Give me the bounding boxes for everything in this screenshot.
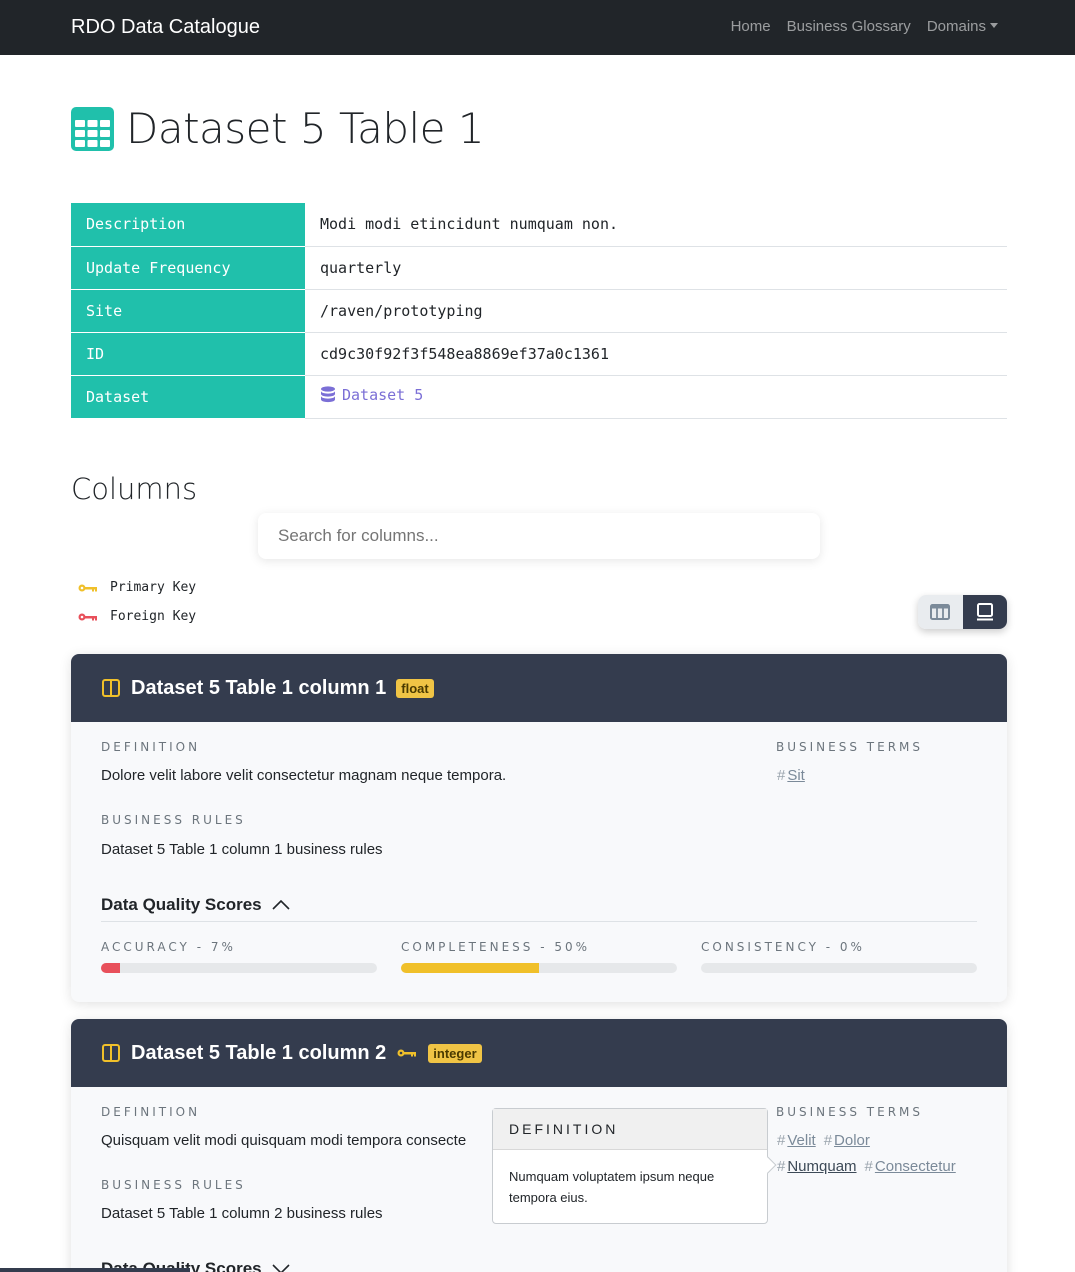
columns-heading: Columns xyxy=(71,472,198,506)
hash-icon: # xyxy=(777,1158,786,1175)
column-card-header: Dataset 5 Table 1 column 1 float xyxy=(71,654,1007,722)
card-view-icon xyxy=(976,603,993,621)
meta-key: Update Frequency xyxy=(71,246,305,290)
table-icon xyxy=(71,106,114,151)
primary-key-icon xyxy=(397,1049,417,1057)
completeness-bar-fill xyxy=(401,963,539,973)
meta-row: ID cd9c30f92f3f548ea8869ef37a0c1361 xyxy=(71,332,1007,376)
business-terms-list: # Numquam # Consectetur xyxy=(777,1158,956,1175)
meta-value: quarterly xyxy=(305,246,1007,290)
accuracy-bar-fill xyxy=(101,963,121,973)
primary-key-icon xyxy=(78,584,97,591)
accuracy-label: ACCURACY - 7% xyxy=(101,940,236,954)
column-icon xyxy=(102,1044,120,1062)
popover-title: DEFINITION xyxy=(493,1109,767,1150)
hash-icon: # xyxy=(777,1132,786,1149)
business-term-label: Consectetur xyxy=(874,1158,956,1175)
meta-value: Dataset 5 xyxy=(305,375,1007,419)
column-view-button[interactable] xyxy=(918,595,963,629)
dataset-link[interactable]: Dataset 5 xyxy=(320,386,423,404)
data-quality-title: Data Quality Scores xyxy=(101,895,262,914)
consistency-bar xyxy=(701,963,977,973)
key-legend: Primary Key Foreign Key xyxy=(78,573,196,631)
meta-key: Dataset xyxy=(71,375,305,419)
nav-domains-label: Domains xyxy=(926,18,986,35)
definition-popover: DEFINITION Numquam voluptatem ipsum nequ… xyxy=(492,1108,777,1224)
accuracy-bar xyxy=(101,963,377,973)
dataset-link-label: Dataset 5 xyxy=(342,385,424,404)
business-terms-list: # Sit xyxy=(777,767,805,784)
hash-icon: # xyxy=(864,1158,873,1175)
consistency-label: CONSISTENCY - 0% xyxy=(701,940,865,954)
column-card: Dataset 5 Table 1 column 1 float DEFINIT… xyxy=(71,654,1007,1002)
page-title: Dataset 5 Table 1 xyxy=(126,104,485,153)
caret-down-icon xyxy=(990,23,998,28)
legend-primary-key: Primary Key xyxy=(78,573,196,602)
completeness-label: COMPLETENESS - 50% xyxy=(401,940,591,954)
type-badge: float xyxy=(396,678,434,698)
brand-link[interactable]: RDO Data Catalogue xyxy=(71,16,260,39)
column-icon xyxy=(102,679,120,697)
nav-links: Home Business Glossary Domains xyxy=(731,18,998,35)
hash-icon: # xyxy=(777,767,786,784)
business-term-link[interactable]: # Velit xyxy=(777,1132,816,1149)
column-search-input[interactable] xyxy=(258,513,820,559)
hash-icon: # xyxy=(823,1132,833,1149)
columns-view-icon xyxy=(930,604,951,620)
foreign-key-icon xyxy=(78,613,97,620)
meta-value: /raven/prototyping xyxy=(305,289,1007,333)
business-rules-text: Dataset 5 Table 1 column 2 business rule… xyxy=(101,1205,383,1222)
business-term-label: Sit xyxy=(787,767,805,784)
completeness-bar xyxy=(401,963,677,973)
meta-row: Site/raven/prototyping xyxy=(71,289,1007,333)
definition-text: Dolore velit labore velit consectetur ma… xyxy=(101,767,507,784)
type-badge: integer xyxy=(428,1043,482,1063)
meta-key: Description xyxy=(71,203,305,247)
legend-foreign-label: Foreign Key xyxy=(110,609,197,624)
business-terms-label: BUSINESS TERMS xyxy=(776,740,923,754)
meta-value: Modi modi etincidunt numquam non. xyxy=(305,203,1007,247)
meta-value: cd9c30f92f3f548ea8869ef37a0c1361 xyxy=(305,332,1007,376)
business-term-link[interactable]: # Sit xyxy=(777,767,805,784)
view-toggle xyxy=(918,595,1007,629)
definition-label: DEFINITION xyxy=(101,740,201,754)
meta-key: ID xyxy=(71,332,305,376)
legend-primary-label: Primary Key xyxy=(110,580,197,595)
data-quality-toggle[interactable]: Data Quality Scores xyxy=(101,895,290,915)
legend-foreign-key: Foreign Key xyxy=(78,602,196,631)
table-metadata: Description Modi modi etincidunt numquam … xyxy=(71,203,1007,419)
column-title: Dataset 5 Table 1 column 1 xyxy=(131,676,387,699)
business-term-link[interactable]: # Numquam xyxy=(777,1158,857,1175)
business-rules-text: Dataset 5 Table 1 column 1 business rule… xyxy=(101,841,383,858)
nav-domains-dropdown[interactable]: Domains xyxy=(927,18,998,35)
database-icon xyxy=(321,386,335,403)
business-rules-label: BUSINESS RULES xyxy=(101,813,246,827)
meta-row: Dataset Dataset 5 xyxy=(71,375,1007,419)
meta-row: Description Modi modi etincidunt numquam … xyxy=(71,203,1007,247)
definition-label: DEFINITION xyxy=(101,1105,201,1119)
business-term-label: Numquam xyxy=(787,1158,857,1175)
nav-home[interactable]: Home xyxy=(731,18,771,35)
definition-text: Quisquam velit modi quisquam modi tempor… xyxy=(101,1132,467,1149)
chevron-down-icon xyxy=(272,1264,290,1272)
column-card-header: Dataset 5 Table 1 column 2 integer xyxy=(71,1019,1007,1087)
business-term-label: Dolor xyxy=(834,1132,870,1149)
business-term-link[interactable]: # Consectetur xyxy=(865,1158,956,1175)
business-rules-label: BUSINESS RULES xyxy=(101,1178,246,1192)
navbar: RDO Data Catalogue Home Business Glossar… xyxy=(0,0,1075,55)
popover-body: Numquam voluptatem ipsum neque tempora e… xyxy=(509,1169,715,1205)
business-term-label: Velit xyxy=(787,1132,816,1149)
meta-row: Update Frequency quarterly xyxy=(71,246,1007,290)
meta-key: Site xyxy=(71,289,305,333)
column-title: Dataset 5 Table 1 column 2 xyxy=(131,1041,387,1064)
business-terms-label: BUSINESS TERMS xyxy=(776,1105,923,1119)
business-term-link[interactable]: # Dolor xyxy=(824,1132,870,1149)
nav-business-glossary[interactable]: Business Glossary xyxy=(787,18,911,35)
divider xyxy=(101,921,977,922)
business-terms-list: # Velit # Dolor xyxy=(777,1132,870,1149)
scrollbar-track xyxy=(0,1268,190,1272)
page-header: Dataset 5 Table 1 xyxy=(71,104,485,153)
card-view-button[interactable] xyxy=(962,595,1007,629)
chevron-up-icon xyxy=(272,900,290,910)
